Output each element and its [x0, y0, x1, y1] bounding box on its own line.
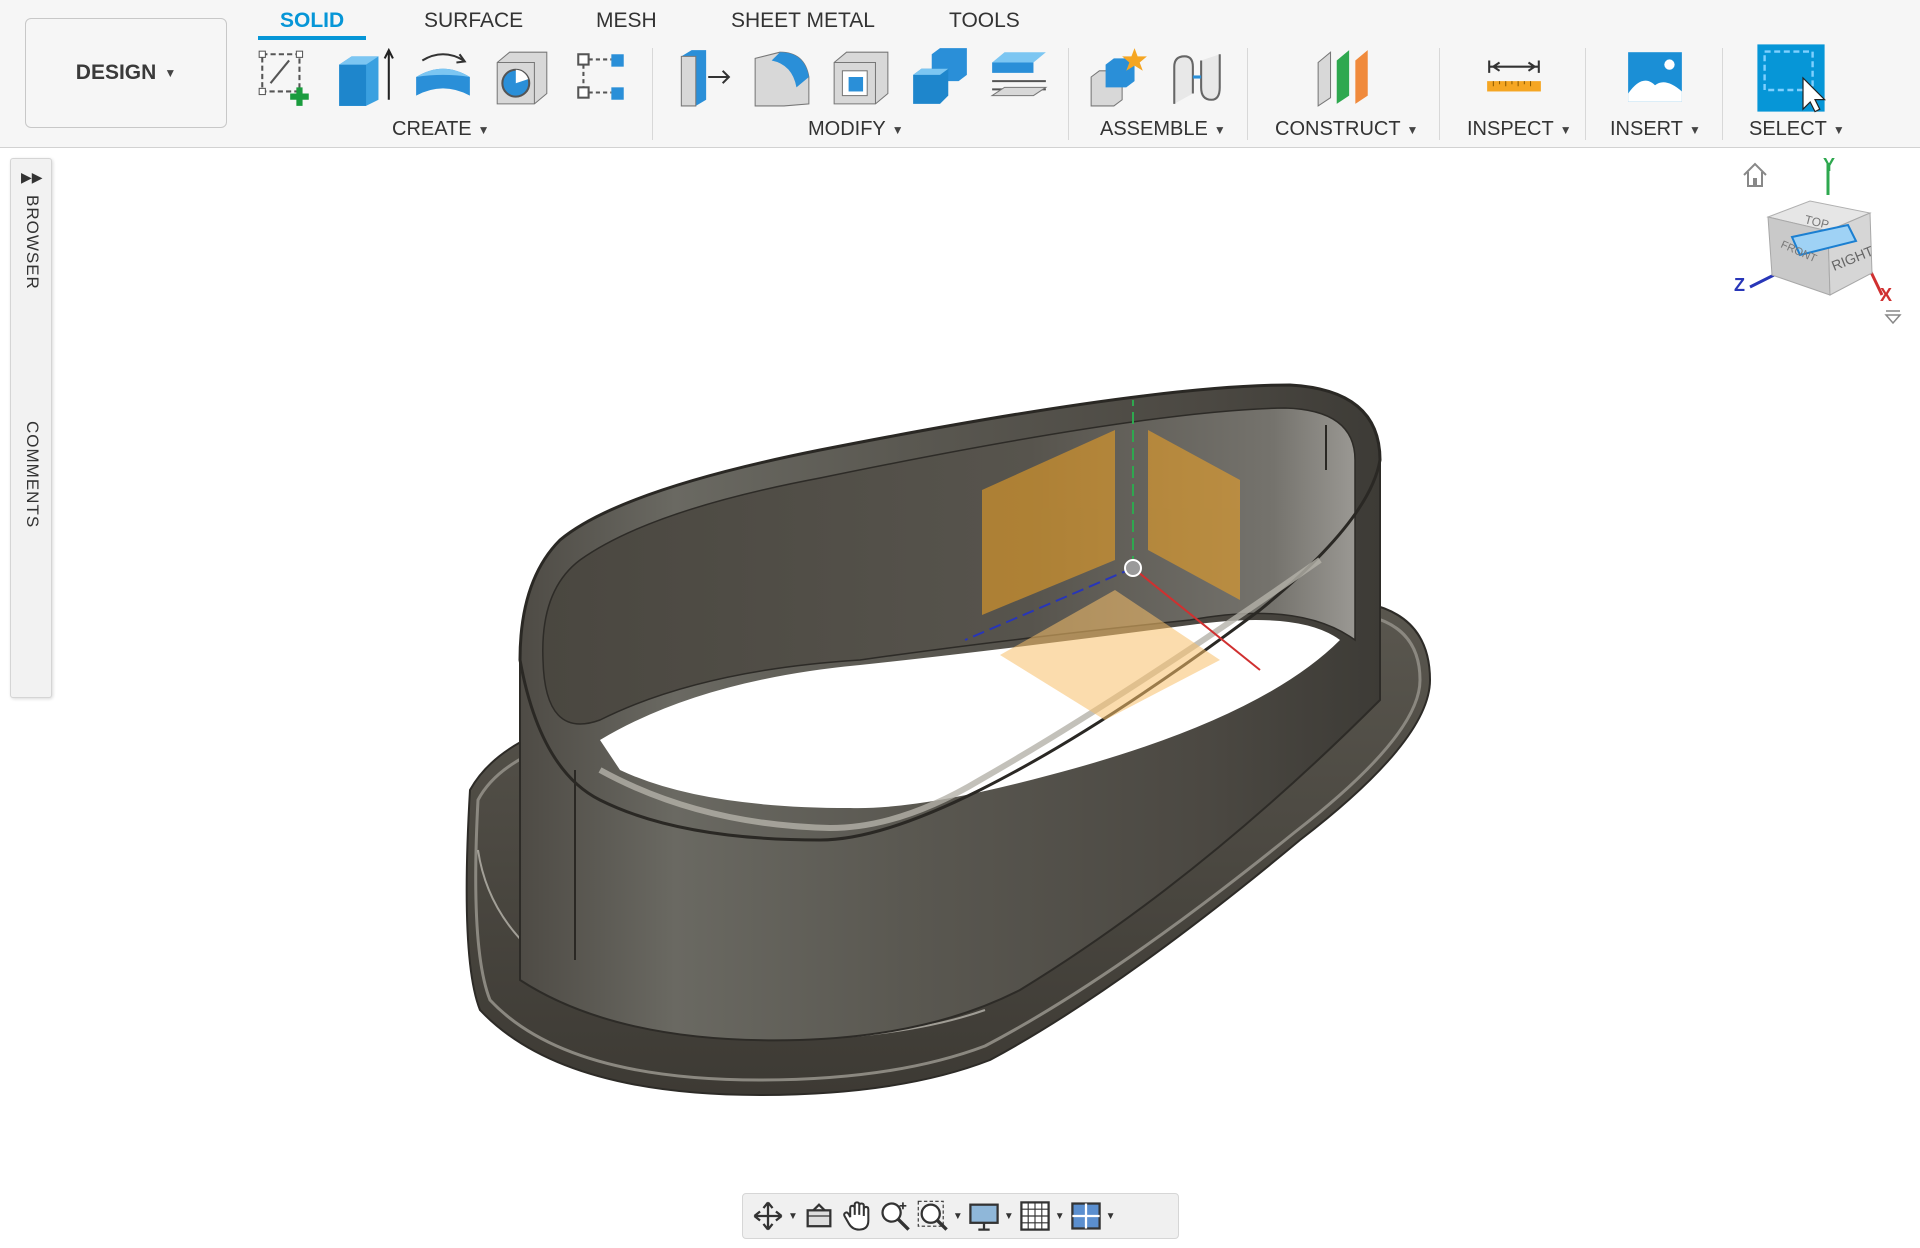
- offset-face-icon[interactable]: [988, 46, 1050, 108]
- joint-icon[interactable]: [1166, 46, 1228, 108]
- sketch-icon[interactable]: [254, 46, 316, 108]
- navigation-bar: ▼ ▼ ▼ ▼ ▼: [742, 1193, 1179, 1239]
- chevron-down-icon: ▼: [477, 122, 490, 137]
- viewports-tool[interactable]: ▼: [1069, 1196, 1116, 1236]
- fit-tool[interactable]: ▼: [916, 1196, 963, 1236]
- divider: [1439, 48, 1440, 140]
- chevron-down-icon: ▼: [1832, 122, 1845, 137]
- viewports-icon: [1070, 1202, 1101, 1230]
- extrude-icon[interactable]: [333, 46, 395, 108]
- insert-menu-label: INSERT: [1610, 118, 1683, 140]
- viewcube-menu-icon[interactable]: [1884, 310, 1902, 325]
- look-at-tool[interactable]: [802, 1196, 836, 1236]
- chevron-down-icon[interactable]: ▼: [1106, 1211, 1116, 1222]
- chevron-down-icon: ▼: [1406, 122, 1419, 137]
- assemble-menu-label: ASSEMBLE: [1100, 118, 1208, 140]
- orbit-icon: [753, 1201, 783, 1231]
- assemble-menu[interactable]: ASSEMBLE ▼: [1100, 118, 1226, 141]
- divider: [1068, 48, 1069, 140]
- tab-mesh[interactable]: MESH: [596, 6, 657, 36]
- active-tab-indicator: [258, 36, 366, 40]
- modify-menu[interactable]: MODIFY ▼: [808, 118, 904, 141]
- chevron-down-icon: ▼: [1213, 122, 1226, 137]
- toolbar: DESIGN ▼ SOLID SURFACE MESH SHEET METAL …: [0, 0, 1920, 148]
- chevron-down-icon[interactable]: ▼: [788, 1211, 798, 1222]
- combine-icon[interactable]: [909, 46, 971, 108]
- pattern-icon[interactable]: [570, 46, 632, 108]
- orbit-tool[interactable]: ▼: [751, 1196, 798, 1236]
- revolve-icon[interactable]: [412, 46, 474, 108]
- hole-icon[interactable]: [491, 46, 553, 108]
- display-settings-tool[interactable]: ▼: [967, 1196, 1014, 1236]
- viewcube[interactable]: Y Z X TOP FRONT RIGHT: [1730, 155, 1905, 330]
- press-pull-icon[interactable]: [671, 46, 733, 108]
- workspace-label: DESIGN: [75, 61, 157, 84]
- workspace-switcher-button[interactable]: DESIGN ▼: [25, 18, 227, 128]
- divider: [1585, 48, 1586, 140]
- construct-menu-label: CONSTRUCT: [1275, 118, 1401, 140]
- insert-menu[interactable]: INSERT ▼: [1610, 118, 1701, 141]
- grid-tool[interactable]: ▼: [1018, 1196, 1065, 1236]
- select-menu-label: SELECT: [1749, 118, 1827, 140]
- tab-tools[interactable]: TOOLS: [949, 6, 1020, 36]
- x-axis-label: X: [1880, 285, 1892, 305]
- fit-icon: [917, 1200, 948, 1231]
- divider: [1722, 48, 1723, 140]
- chevron-down-icon[interactable]: ▼: [1055, 1211, 1065, 1222]
- shell-icon[interactable]: [830, 46, 892, 108]
- chevron-down-icon[interactable]: ▼: [953, 1211, 963, 1222]
- inspect-menu-label: INSPECT: [1467, 118, 1554, 140]
- y-axis-label: Y: [1823, 155, 1835, 175]
- z-axis-label: Z: [1734, 275, 1745, 295]
- modify-menu-label: MODIFY: [808, 118, 886, 140]
- zoom-tool[interactable]: [878, 1196, 912, 1236]
- chevron-down-icon: ▼: [891, 122, 904, 137]
- canvas-viewport[interactable]: [0, 148, 1920, 1248]
- chevron-down-icon: ▼: [1688, 122, 1701, 137]
- grid-icon: [1019, 1201, 1050, 1231]
- pan-icon: [843, 1201, 870, 1231]
- divider: [1247, 48, 1248, 140]
- measure-icon[interactable]: [1483, 46, 1545, 108]
- tab-solid[interactable]: SOLID: [280, 6, 344, 36]
- chevron-down-icon[interactable]: ▼: [1004, 1211, 1014, 1222]
- select-menu[interactable]: SELECT ▼: [1749, 118, 1845, 141]
- fillet-icon[interactable]: [751, 46, 813, 108]
- select-icon[interactable]: [1755, 42, 1827, 114]
- tab-sheet-metal[interactable]: SHEET METAL: [731, 6, 875, 36]
- insert-image-icon[interactable]: [1624, 46, 1686, 108]
- display-settings-icon: [969, 1203, 999, 1231]
- chevron-down-icon: ▼: [1559, 122, 1572, 137]
- new-component-icon[interactable]: [1087, 46, 1149, 108]
- look-at-icon: [806, 1203, 832, 1228]
- create-menu[interactable]: CREATE ▼: [392, 118, 490, 141]
- plane-icon[interactable]: [1314, 46, 1376, 108]
- create-menu-label: CREATE: [392, 118, 472, 140]
- tab-surface[interactable]: SURFACE: [424, 6, 523, 36]
- construct-menu[interactable]: CONSTRUCT ▼: [1275, 118, 1418, 141]
- inspect-menu[interactable]: INSPECT ▼: [1467, 118, 1572, 141]
- pan-tool[interactable]: [840, 1196, 874, 1236]
- divider: [652, 48, 653, 140]
- chevron-down-icon: ▼: [164, 66, 177, 80]
- zoom-icon: [881, 1202, 910, 1231]
